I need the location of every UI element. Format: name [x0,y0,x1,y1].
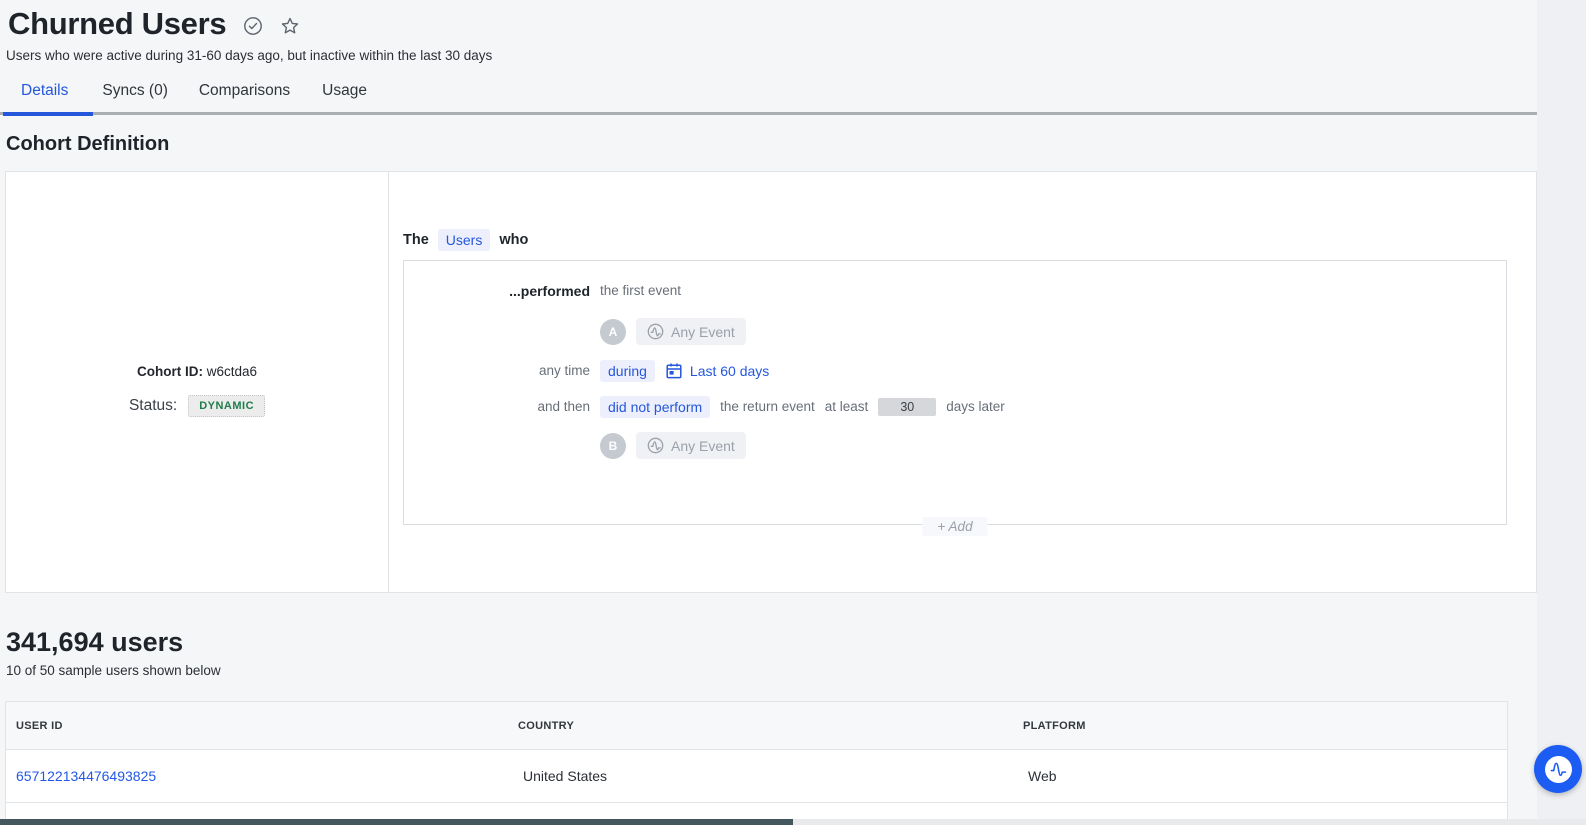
cohort-id-label: Cohort ID: [137,364,203,379]
tab-details[interactable]: Details [21,82,68,100]
tab-usage[interactable]: Usage [322,82,367,100]
amplitude-logo-icon [1545,756,1572,783]
date-range-label: Last 60 days [690,363,769,379]
column-header-user-id: USER ID [16,720,63,732]
tab-syncs[interactable]: Syncs (0) [102,82,167,100]
did-not-perform-selector[interactable]: did not perform [600,396,710,418]
return-event-hint: the return event [720,399,815,414]
during-row: any time during Last 60 days [404,357,769,384]
and-then-label: and then [404,399,590,414]
cohort-id-line: Cohort ID: w6ctda6 [6,364,388,379]
cohort-subject-line: The Users who [403,229,528,251]
user-count: 341,694 users [6,627,183,658]
status-badge: DYNAMIC [188,395,265,417]
first-event-hint: the first event [600,283,681,298]
performed-label: ...performed [404,283,590,299]
event-icon [647,437,664,454]
tab-bar: Details Syncs (0) Comparisons Usage [0,82,367,100]
at-least-label: at least [825,399,869,414]
date-range-selector[interactable]: Last 60 days [665,362,769,380]
days-input[interactable] [878,398,936,416]
event-b-row: B Any Event [404,432,746,459]
event-a-selector[interactable]: Any Event [636,318,746,345]
cohort-definition-heading: Cohort Definition [6,133,169,156]
column-header-platform: PLATFORM [1023,720,1086,732]
amplitude-fab-button[interactable] [1534,745,1582,793]
table-header-row: USER ID COUNTRY PLATFORM [6,702,1507,750]
page-header: Churned Users [8,6,300,42]
definition-clause-box: ...performed the first event A Any Event… [403,260,1507,525]
card-divider [388,172,389,592]
tab-comparisons[interactable]: Comparisons [199,82,290,100]
event-a-row: A Any Event [404,318,746,345]
add-clause-button[interactable]: + Add [922,517,987,536]
column-header-country: COUNTRY [518,720,574,732]
any-time-label: any time [404,363,590,378]
platform-cell: Web [1028,768,1057,784]
right-gutter [1537,0,1586,825]
performed-row: ...performed the first event [404,277,681,304]
active-tab-underline [3,112,93,116]
country-cell: United States [523,768,607,784]
check-circle-icon[interactable] [243,16,263,36]
cohort-id-value: w6ctda6 [203,364,257,379]
table-row-partial [6,803,1507,820]
event-b-selector[interactable]: Any Event [636,432,746,459]
calendar-icon [665,362,683,380]
status-line: Status: DYNAMIC [6,395,388,417]
status-label: Status: [129,397,177,415]
cohort-details-page: Churned Users Users who were active duri… [0,0,1586,825]
sample-users-table: USER ID COUNTRY PLATFORM 657122134476493… [5,701,1508,820]
sample-note: 10 of 50 sample users shown below [6,663,221,678]
subject-prefix: The [403,232,429,248]
event-b-label: Any Event [671,438,735,454]
during-selector[interactable]: during [600,360,655,382]
users-selector[interactable]: Users [438,229,491,251]
page-title: Churned Users [8,6,226,42]
tabbar-divider [0,112,1537,115]
event-b-badge: B [600,433,626,459]
table-row: 657122134476493825 United States Web [6,750,1507,803]
horizontal-scrollbar-track[interactable] [0,819,1586,825]
horizontal-scrollbar-thumb[interactable] [0,819,793,825]
event-a-badge: A [600,319,626,345]
star-icon[interactable] [280,16,300,36]
event-a-label: Any Event [671,324,735,340]
page-subtitle: Users who were active during 31-60 days … [6,48,492,63]
cohort-definition-card: Cohort ID: w6ctda6 Status: DYNAMIC The U… [5,171,1537,593]
days-later-label: days later [946,399,1005,414]
then-row: and then did not perform the return even… [404,393,1005,420]
subject-suffix: who [499,232,528,248]
event-icon [647,323,664,340]
user-id-link[interactable]: 657122134476493825 [16,768,156,784]
